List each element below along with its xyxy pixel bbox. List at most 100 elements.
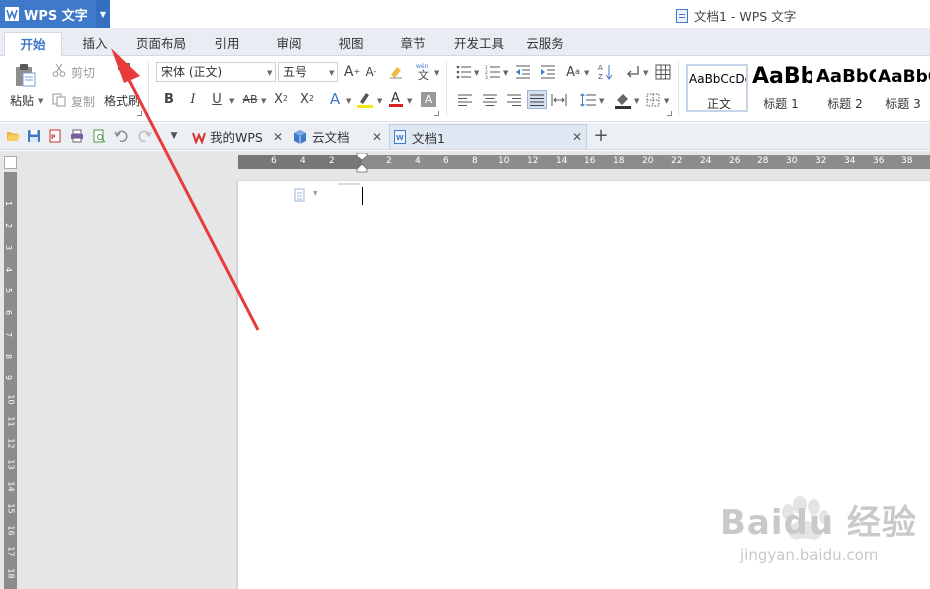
indent-marker-icon[interactable]	[356, 153, 368, 173]
undo-icon[interactable]	[114, 129, 128, 143]
text-effect-icon[interactable]: A	[327, 90, 343, 108]
line-spacing-icon[interactable]	[580, 93, 596, 107]
justify-button[interactable]	[527, 90, 547, 109]
ruler-tick-label: 4	[4, 266, 14, 273]
numbered-list-icon[interactable]: 123	[485, 65, 501, 79]
tab-developer[interactable]: 开发工具	[450, 32, 508, 56]
cloud-cube-icon	[294, 129, 306, 144]
font-size-dropdown-icon[interactable]: ▼	[329, 69, 334, 77]
close-icon[interactable]: ✕	[572, 130, 582, 144]
copy-button[interactable]: 复制	[71, 93, 95, 110]
align-center-icon[interactable]	[483, 94, 497, 106]
app-dropdown-icon[interactable]: ▼	[96, 0, 110, 28]
strikethrough-dropdown-icon[interactable]: ▼	[261, 97, 266, 105]
line-spacing-dropdown-icon[interactable]: ▼	[599, 97, 604, 105]
cut-icon[interactable]	[52, 63, 66, 77]
style-preview: AaBbC	[816, 66, 876, 87]
paste-icon[interactable]	[12, 62, 38, 88]
cut-button[interactable]: 剪切	[71, 64, 95, 81]
font-name-select[interactable]: 宋体 (正文)	[156, 62, 276, 82]
shrink-font-icon[interactable]: A-	[363, 64, 379, 80]
ruler-tick-label: 3	[4, 244, 14, 251]
ruler-tick-label: 6	[4, 309, 14, 316]
character-shading-icon[interactable]: A	[421, 92, 436, 107]
open-folder-icon[interactable]	[6, 129, 20, 143]
highlight-dropdown-icon[interactable]: ▼	[377, 97, 382, 105]
print-preview-icon[interactable]	[92, 129, 106, 143]
align-right-icon[interactable]	[507, 94, 521, 106]
bold-icon[interactable]: B	[162, 91, 176, 107]
phonetic-guide-icon[interactable]: wén 文	[414, 61, 434, 81]
customize-toolbar-icon[interactable]: ▼	[168, 131, 180, 141]
tab-page-layout[interactable]: 页面布局	[130, 32, 192, 56]
align-left-icon[interactable]	[458, 94, 472, 106]
decrease-indent-icon[interactable]	[515, 65, 531, 79]
paragraph-handle-icon[interactable]	[294, 188, 306, 202]
font-expand-icon[interactable]	[434, 111, 439, 116]
bullet-list-icon[interactable]	[456, 65, 472, 79]
clear-format-icon[interactable]	[388, 64, 404, 80]
paragraph-expand-icon[interactable]	[667, 111, 672, 116]
new-tab-icon[interactable]: +	[593, 127, 609, 145]
app-menu-button[interactable]: WPS 文字 ▼	[0, 0, 110, 28]
paste-dropdown-icon[interactable]: ▼	[38, 97, 43, 105]
table-icon[interactable]	[655, 64, 671, 80]
numbering-dropdown-icon[interactable]: ▼	[503, 69, 508, 77]
change-case-dropdown-icon[interactable]: ▼	[584, 69, 589, 77]
tab-stop-selector[interactable]	[4, 156, 17, 169]
strikethrough-icon[interactable]: AB	[240, 91, 260, 107]
tab-references[interactable]: 引用	[204, 32, 250, 56]
font-name-dropdown-icon[interactable]: ▼	[267, 69, 272, 77]
phonetic-dropdown-icon[interactable]: ▼	[434, 69, 439, 77]
bullet-dropdown-icon[interactable]: ▼	[474, 69, 479, 77]
underline-dropdown-icon[interactable]: ▼	[229, 97, 234, 105]
ruler-tick-label: 38	[901, 156, 913, 166]
paste-button[interactable]: 粘贴	[10, 92, 34, 109]
close-icon[interactable]: ✕	[372, 130, 382, 144]
redo-icon[interactable]	[138, 129, 152, 143]
paragraph-handle-dropdown-icon[interactable]: ▼	[313, 190, 318, 197]
show-hide-marks-icon[interactable]	[626, 64, 640, 80]
save-icon[interactable]	[27, 129, 41, 143]
copy-icon[interactable]	[52, 93, 66, 107]
doc-tab-document-1[interactable]: W 文档1 ✕	[389, 124, 587, 149]
format-painter-button[interactable]: 格式刷	[104, 92, 140, 109]
superscript-icon[interactable]: X2	[272, 91, 290, 107]
shading-icon[interactable]	[614, 91, 632, 109]
distributed-align-icon[interactable]	[551, 93, 567, 107]
tab-review[interactable]: 审阅	[266, 32, 312, 56]
tab-chapter[interactable]: 章节	[390, 32, 436, 56]
doc-tab-cloud-docs[interactable]: 云文档 ✕	[290, 124, 386, 149]
font-color-icon[interactable]: A	[388, 90, 404, 108]
italic-icon[interactable]: I	[186, 91, 200, 107]
doc-tab-my-wps[interactable]: 我的WPS ✕	[190, 124, 286, 149]
highlight-icon[interactable]	[356, 90, 374, 108]
marks-dropdown-icon[interactable]: ▼	[643, 69, 648, 77]
underline-icon[interactable]: U	[210, 91, 224, 107]
tab-cloud-service[interactable]: 云服务	[520, 32, 570, 56]
borders-dropdown-icon[interactable]: ▼	[664, 97, 669, 105]
sort-icon[interactable]: AZ	[597, 63, 613, 81]
text-effect-dropdown-icon[interactable]: ▼	[346, 97, 351, 105]
font-color-dropdown-icon[interactable]: ▼	[407, 97, 412, 105]
subscript-icon[interactable]: X2	[298, 91, 316, 107]
tab-view[interactable]: 视图	[328, 32, 374, 56]
tab-home[interactable]: 开始	[4, 32, 62, 57]
close-icon[interactable]: ✕	[273, 130, 283, 144]
borders-icon[interactable]	[646, 93, 660, 107]
style-heading-2[interactable]: AaBbC 标题 2	[814, 64, 876, 112]
shading-dropdown-icon[interactable]: ▼	[634, 97, 639, 105]
tab-insert[interactable]: 插入	[70, 32, 120, 56]
ribbon-separator	[678, 62, 679, 116]
change-case-icon[interactable]: Aa	[564, 63, 582, 81]
format-painter-icon[interactable]	[114, 61, 134, 83]
print-icon[interactable]	[70, 129, 84, 143]
style-heading-1[interactable]: AaBb 标题 1	[750, 64, 812, 112]
style-normal[interactable]: AaBbCcDd 正文	[686, 64, 748, 112]
export-pdf-icon[interactable]: P	[48, 129, 62, 143]
ruler-tick-label: 2	[329, 156, 335, 166]
increase-indent-icon[interactable]	[540, 65, 556, 79]
clipboard-expand-icon[interactable]	[137, 111, 142, 116]
grow-font-icon[interactable]: A +	[343, 63, 361, 81]
style-heading-3[interactable]: AaBbC 标题 3	[876, 64, 930, 112]
